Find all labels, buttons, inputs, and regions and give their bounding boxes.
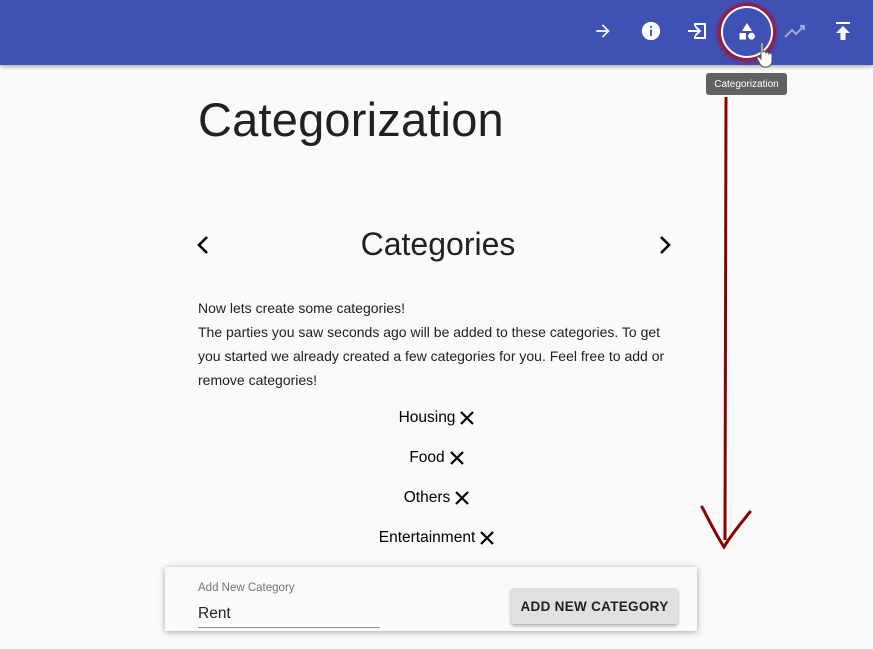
hand-cursor-icon [756, 41, 773, 68]
intro-line-2: The parties you saw seconds ago will be … [198, 324, 665, 388]
section-title: Categories [360, 226, 516, 262]
upload-icon[interactable] [826, 14, 860, 48]
category-item-entertainment: Entertainment [198, 527, 678, 567]
category-label: Housing [398, 409, 456, 426]
add-category-button[interactable]: ADD NEW CATEGORY [511, 588, 678, 624]
add-category-form: Add New Category ADD NEW CATEGORY [165, 567, 697, 631]
intro-line-1: Now lets create some categories! [198, 300, 405, 316]
category-item-others: Others [198, 487, 678, 527]
category-list: Housing Food Others Entertainment [198, 407, 678, 567]
arrow-right-icon[interactable] [586, 14, 620, 48]
category-name-input[interactable] [198, 601, 380, 628]
close-icon[interactable] [479, 527, 497, 549]
app-bar [0, 0, 873, 66]
import-icon[interactable] [681, 14, 715, 48]
page-title: Categorization [198, 93, 504, 146]
close-icon[interactable] [459, 407, 477, 429]
category-item-food: Food [198, 447, 678, 487]
annotation-arrow-icon [700, 96, 752, 550]
field-label: Add New Category [198, 582, 295, 594]
category-label: Entertainment [378, 529, 476, 546]
chevron-right-icon[interactable] [652, 233, 676, 257]
category-label: Food [409, 449, 445, 466]
close-icon[interactable] [454, 487, 472, 509]
intro-text: Now lets create some categories! The par… [198, 296, 678, 392]
info-icon[interactable] [634, 14, 668, 48]
close-icon[interactable] [449, 447, 467, 469]
trending-up-icon[interactable] [778, 14, 812, 48]
category-label: Others [403, 489, 451, 506]
category-item-housing: Housing [198, 407, 678, 447]
tooltip: Categorization [706, 73, 787, 95]
